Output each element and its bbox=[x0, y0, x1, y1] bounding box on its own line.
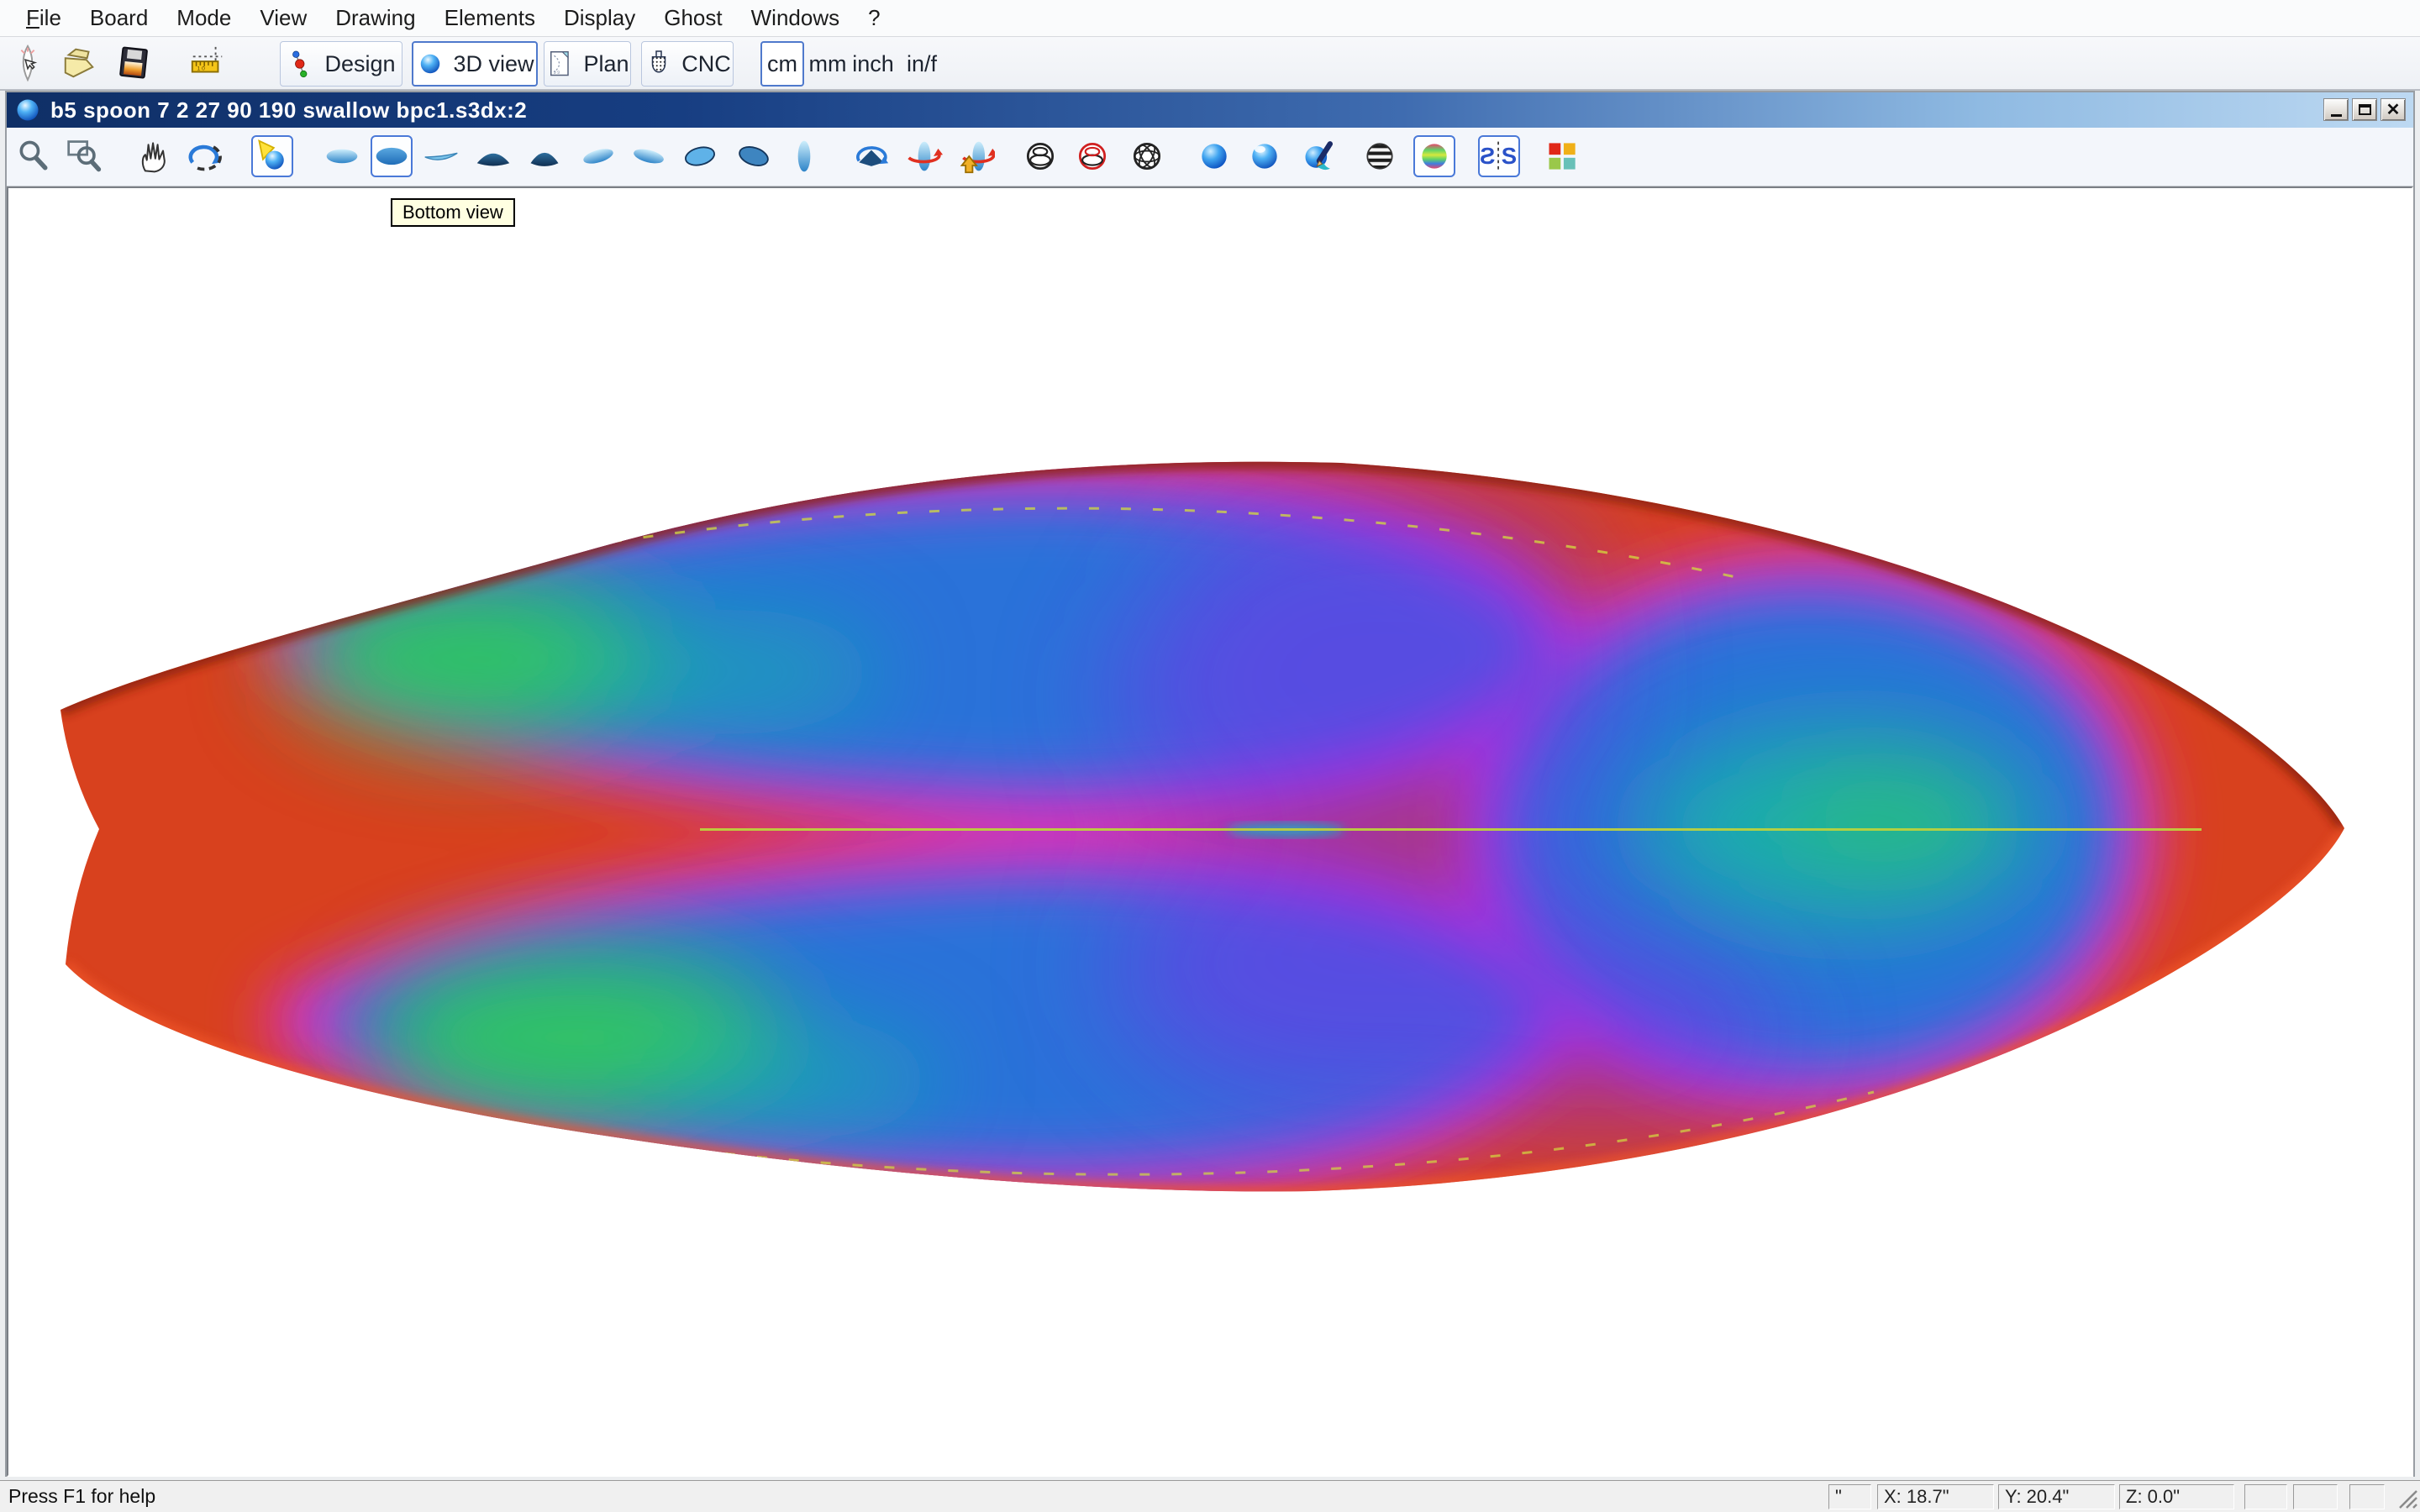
unit-inch-label: inch bbox=[852, 51, 894, 77]
cnc-label: CNC bbox=[681, 51, 731, 77]
menu-elements[interactable]: Elements bbox=[430, 0, 550, 36]
symmetry-icon[interactable]: S S bbox=[1478, 135, 1520, 177]
main-toolbar: 1 0 Design 3D view 9 9 Plan CNC cm mm in bbox=[0, 37, 2420, 91]
menu-view[interactable]: View bbox=[245, 0, 321, 36]
open-file-icon[interactable] bbox=[60, 44, 99, 82]
design-mode-button[interactable]: Design bbox=[280, 41, 402, 87]
perspective-1-icon[interactable] bbox=[580, 138, 617, 175]
status-x-coordinate: X: 18.7" bbox=[1877, 1484, 1994, 1509]
unit-cm[interactable]: cm bbox=[760, 41, 804, 87]
bottom-view-icon[interactable] bbox=[371, 135, 413, 177]
menu-display[interactable]: Display bbox=[550, 0, 650, 36]
unit-cm-label: cm bbox=[767, 51, 797, 77]
menu-board[interactable]: Board bbox=[76, 0, 162, 36]
status-y-coordinate: Y: 20.4" bbox=[1998, 1484, 2115, 1509]
tail-view-icon[interactable] bbox=[526, 138, 563, 175]
3d-view-label: 3D view bbox=[453, 51, 534, 77]
view-toolbar: S S bbox=[7, 128, 2413, 186]
plan-mode-button[interactable]: 9 9 Plan bbox=[544, 41, 631, 87]
zebra-sphere-icon[interactable] bbox=[1361, 138, 1398, 175]
perspective-4-icon[interactable] bbox=[735, 138, 772, 175]
cnc-bit-icon bbox=[644, 49, 674, 79]
plan-sheet-icon: 9 9 bbox=[545, 49, 576, 79]
color-palette-icon[interactable] bbox=[1544, 138, 1581, 175]
side-view-icon[interactable] bbox=[786, 138, 823, 175]
document-title: b5 spoon 7 2 27 90 190 swallow bpc1.s3dx… bbox=[50, 97, 527, 123]
svg-text:S: S bbox=[1502, 143, 1517, 169]
viewport-3d[interactable] bbox=[7, 186, 2413, 1477]
shaded-sphere-icon[interactable] bbox=[1196, 138, 1233, 175]
resize-grip[interactable] bbox=[2396, 1488, 2418, 1509]
flip-board-icon[interactable] bbox=[958, 138, 995, 175]
tooltip-bottom-view: Bottom view bbox=[391, 198, 515, 227]
perspective-3-icon[interactable] bbox=[681, 138, 718, 175]
document-titlebar[interactable]: b5 spoon 7 2 27 90 190 swallow bpc1.s3dx… bbox=[7, 92, 2413, 128]
document-sphere-icon bbox=[15, 97, 40, 123]
close-icon: ✕ bbox=[2386, 102, 2401, 118]
cnc-mode-button[interactable]: CNC bbox=[641, 41, 734, 87]
status-empty-panel-3 bbox=[2349, 1484, 2385, 1509]
light-icon[interactable] bbox=[251, 135, 293, 177]
status-empty-panel-1 bbox=[2244, 1484, 2287, 1509]
rocker-view-icon[interactable] bbox=[423, 138, 460, 175]
wireframe-sphere-red-icon[interactable] bbox=[1074, 138, 1111, 175]
wireframe-sphere-icon[interactable] bbox=[1022, 138, 1059, 175]
rotate-axis-icon[interactable] bbox=[906, 138, 943, 175]
glossy-sphere-icon[interactable] bbox=[1246, 138, 1283, 175]
minimize-icon bbox=[2331, 114, 2342, 117]
dimensions-icon[interactable]: 1 0 bbox=[188, 44, 227, 82]
menu-help[interactable]: ? bbox=[854, 0, 894, 36]
rotate-3d-icon[interactable] bbox=[186, 138, 223, 175]
zoom-window-icon[interactable] bbox=[66, 138, 103, 175]
design-nodes-icon bbox=[287, 49, 317, 79]
perspective-2-icon[interactable] bbox=[630, 138, 667, 175]
maximize-icon bbox=[2359, 104, 2371, 115]
maximize-button[interactable] bbox=[2352, 98, 2377, 121]
minimize-button[interactable] bbox=[2323, 98, 2349, 121]
zoom-icon[interactable] bbox=[15, 138, 52, 175]
menu-drawing[interactable]: Drawing bbox=[321, 0, 429, 36]
svg-text:1 0: 1 0 bbox=[197, 66, 206, 72]
save-file-icon[interactable] bbox=[114, 44, 153, 82]
front-view-icon[interactable] bbox=[475, 138, 512, 175]
status-help-text: Press F1 for help bbox=[8, 1481, 155, 1511]
sphere-icon bbox=[415, 49, 445, 79]
unit-mm[interactable]: mm bbox=[808, 41, 847, 87]
plan-label: Plan bbox=[583, 51, 629, 77]
menu-file[interactable]: File bbox=[12, 0, 76, 36]
status-bar: Press F1 for help " X: 18.7" Y: 20.4" Z:… bbox=[0, 1480, 2420, 1512]
design-label: Design bbox=[324, 51, 395, 77]
status-z-coordinate: Z: 0.0" bbox=[2119, 1484, 2234, 1509]
unit-inch[interactable]: inch bbox=[849, 41, 897, 87]
status-empty-panel-2 bbox=[2293, 1484, 2338, 1509]
unit-inf[interactable]: in/f bbox=[897, 41, 946, 87]
curvature-sphere-icon[interactable] bbox=[1413, 135, 1455, 177]
unit-inf-label: in/f bbox=[907, 51, 937, 77]
menu-ghost[interactable]: Ghost bbox=[650, 0, 736, 36]
pan-hand-icon[interactable] bbox=[135, 138, 172, 175]
unit-mm-label: mm bbox=[809, 51, 847, 77]
menu-bar: File Board Mode View Drawing Elements Di… bbox=[0, 0, 2420, 37]
top-view-icon[interactable] bbox=[324, 138, 360, 175]
menu-windows[interactable]: Windows bbox=[737, 0, 854, 36]
status-unit-panel: " bbox=[1828, 1484, 1871, 1509]
close-button[interactable]: ✕ bbox=[2381, 98, 2406, 121]
spin-view-icon[interactable] bbox=[853, 138, 890, 175]
3d-view-mode-button[interactable]: 3D view bbox=[412, 41, 538, 87]
tooltip-text: Bottom view bbox=[402, 202, 503, 223]
paint-sphere-icon[interactable] bbox=[1301, 138, 1338, 175]
mesh-sphere-icon[interactable] bbox=[1128, 138, 1165, 175]
new-board-icon[interactable] bbox=[8, 44, 47, 82]
svg-text:S: S bbox=[1481, 143, 1495, 169]
svg-text:9 9: 9 9 bbox=[554, 71, 560, 76]
menu-mode[interactable]: Mode bbox=[162, 0, 245, 36]
